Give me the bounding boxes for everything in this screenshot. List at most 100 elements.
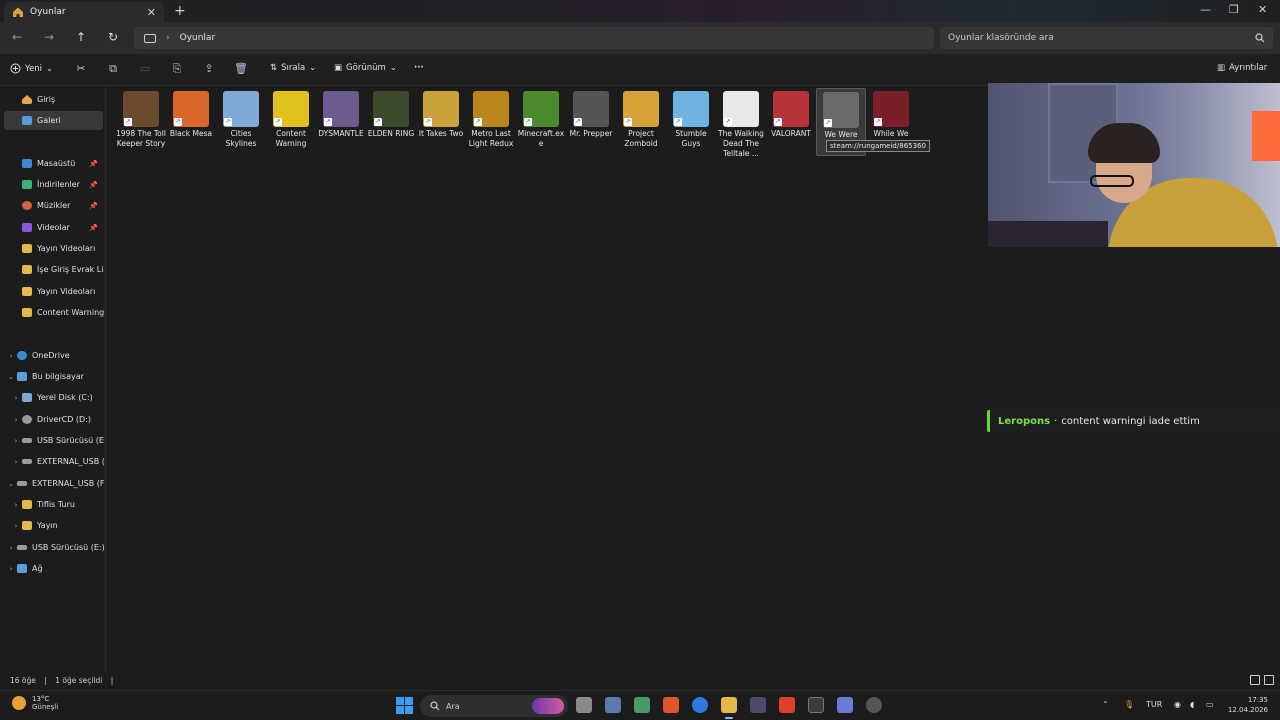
view-button[interactable]: ▣ Görünüm ⌄	[334, 63, 397, 73]
sidebar-item-onedrive[interactable]: › OneDrive	[0, 346, 104, 365]
chevron-down-icon[interactable]: ⌄	[5, 480, 17, 488]
file-item-content-warning[interactable]: ↗ Content Warning	[266, 88, 316, 172]
chevron-right-icon[interactable]: ›	[10, 458, 22, 466]
new-tab-button[interactable]: +	[174, 3, 186, 19]
details-view-icon[interactable]	[1250, 675, 1260, 685]
weather-widget[interactable]: 13°C Güneşli	[12, 695, 58, 711]
sidebar-item-gallery[interactable]: Galeri	[4, 111, 103, 130]
file-item-black-mesa[interactable]: ↗ Black Mesa	[166, 88, 216, 172]
file-explorer-icon[interactable]	[721, 697, 737, 713]
sidebar-item-folder[interactable]: › Yayın	[0, 516, 104, 535]
date: 12.04.2026	[1227, 706, 1268, 714]
forward-button[interactable]: →	[44, 30, 54, 44]
sidebar-item-folder[interactable]: Content Warning	[0, 303, 104, 322]
file-item-elden-ring[interactable]: ↗ ELDEN RING	[366, 88, 416, 172]
view-toggle	[1250, 675, 1276, 685]
close-button[interactable]: ✕	[1258, 3, 1267, 16]
search-input[interactable]: Oyunlar klasöründe ara	[940, 27, 1273, 49]
file-item-1998[interactable]: ↗ 1998 The Toll Keeper Story	[116, 88, 166, 172]
shortcut-arrow-icon: ↗	[324, 118, 332, 126]
file-item-it-takes-two[interactable]: ↗ It Takes Two	[416, 88, 466, 172]
steam-icon[interactable]	[866, 697, 882, 713]
sidebar-item-usb-e[interactable]: › USB Sürücüsü (E:)	[0, 431, 104, 450]
chevron-right-icon[interactable]: ›	[5, 565, 17, 573]
more-options-button[interactable]: ···	[414, 63, 424, 73]
sidebar-item-drive-d[interactable]: › DriverCD (D:)	[0, 410, 104, 429]
chevron-right-icon[interactable]: ›	[5, 352, 17, 360]
copy-icon[interactable]: ⧉	[106, 62, 120, 76]
video-icon	[22, 223, 32, 232]
file-item-while-we-wait[interactable]: ↗ While We Wait Here	[866, 88, 916, 172]
sidebar-item-folder[interactable]: Yayın Videoları	[0, 282, 104, 301]
sidebar-item-desktop[interactable]: Masaüstü 📌	[0, 154, 104, 173]
address-bar[interactable]: › Oyunlar	[134, 27, 934, 49]
chevron-right-icon[interactable]: ›	[10, 501, 22, 509]
desktop-app-icon[interactable]	[605, 697, 621, 713]
start-button[interactable]	[396, 697, 413, 714]
store-icon[interactable]	[750, 697, 766, 713]
paste-icon[interactable]: ▭	[138, 62, 152, 76]
share-icon[interactable]: ⇪	[202, 62, 216, 76]
cut-icon[interactable]: ✂	[74, 62, 88, 76]
sidebar-item-folder[interactable]: Yayın Videoları	[0, 239, 104, 258]
file-item-minecraft[interactable]: ↗ Minecraft.exe	[516, 88, 566, 172]
file-name: It Takes Two	[418, 129, 464, 138]
sidebar-item-network[interactable]: › Ağ	[0, 559, 104, 578]
language-indicator[interactable]: TUR	[1146, 700, 1162, 709]
sort-button[interactable]: ⇅ Sırala ⌄	[270, 63, 316, 73]
up-button[interactable]: ↑	[76, 30, 86, 44]
file-item-dysmantle[interactable]: ↗ DYSMANTLE	[316, 88, 366, 172]
maximize-button[interactable]: ❐	[1229, 3, 1239, 16]
file-item-project-zomboid[interactable]: ↗ Project Zomboid	[616, 88, 666, 172]
file-item-cities-skylines[interactable]: ↗ Cities Skylines	[216, 88, 266, 172]
wifi-icon[interactable]: ◉	[1174, 700, 1181, 709]
tab-close-icon[interactable]: ✕	[147, 6, 156, 19]
task-view-icon[interactable]	[576, 697, 592, 713]
sidebar-item-usb-e[interactable]: › USB Sürücüsü (E:)	[0, 538, 104, 557]
tab-oyunlar[interactable]: Oyunlar ✕	[4, 2, 164, 22]
minimize-button[interactable]: —	[1200, 3, 1211, 16]
chevron-right-icon[interactable]: ›	[10, 522, 22, 530]
breadcrumb-location[interactable]: Oyunlar	[180, 33, 216, 43]
taskbar-search[interactable]: Ara	[420, 695, 568, 717]
sidebar-item-downloads[interactable]: İndirilenler 📌	[0, 175, 104, 194]
calculator-icon[interactable]	[634, 697, 650, 713]
sidebar-item-external-f[interactable]: › EXTERNAL_USB (F:)	[0, 452, 104, 471]
back-button[interactable]: ←	[12, 30, 22, 44]
chevron-right-icon[interactable]: ›	[10, 416, 22, 424]
chevron-up-icon[interactable]: ⌃	[1102, 700, 1109, 709]
delete-icon[interactable]: 🗑	[234, 62, 248, 76]
clock[interactable]: 17:35 12.04.2026	[1222, 695, 1268, 715]
microphone-icon[interactable]: 🎙	[1124, 700, 1134, 709]
chevron-right-icon[interactable]: ›	[5, 544, 17, 552]
file-item-walking-dead[interactable]: ↗ The Walking Dead The Telltale ...	[716, 88, 766, 172]
discord-icon[interactable]	[837, 697, 853, 713]
chevron-right-icon[interactable]: ›	[10, 437, 22, 445]
sidebar-item-external-f[interactable]: ⌄ EXTERNAL_USB (F:)	[0, 474, 104, 493]
sidebar-item-videos[interactable]: Videolar 📌	[0, 218, 104, 237]
chevron-right-icon[interactable]: ›	[10, 394, 22, 402]
file-item-stumble-guys[interactable]: ↗ Stumble Guys	[666, 88, 716, 172]
sidebar-item-folder[interactable]: › Tiflis Turu	[0, 495, 104, 514]
rename-icon[interactable]: ⎘	[170, 62, 184, 76]
battery-icon[interactable]: ▭	[1206, 700, 1214, 709]
file-item-metro[interactable]: ↗ Metro Last Light Redux	[466, 88, 516, 172]
refresh-button[interactable]: ↻	[108, 30, 118, 44]
file-item-valorant[interactable]: ↗ VALORANT	[766, 88, 816, 172]
volume-icon[interactable]: ◖	[1190, 700, 1194, 709]
file-item-mr-prepper[interactable]: ↗ Mr. Prepper	[566, 88, 616, 172]
edge-icon[interactable]	[692, 697, 708, 713]
tiles-view-icon[interactable]	[1264, 675, 1274, 685]
chevron-down-icon[interactable]: ⌄	[5, 373, 17, 381]
sidebar-item-this-pc[interactable]: ⌄ Bu bilgisayar	[0, 367, 104, 386]
epic-games-icon[interactable]	[808, 697, 824, 713]
sidebar-item-music[interactable]: Müzikler 📌	[0, 196, 104, 215]
sidebar-item-home[interactable]: Giriş	[0, 90, 104, 109]
chat-text: content warningi iade ettim	[1061, 415, 1200, 427]
sidebar-item-folder[interactable]: İşe Giriş Evrak Listesi	[0, 260, 104, 279]
sidebar-item-drive-c[interactable]: › Yerel Disk (C:)	[0, 388, 104, 407]
details-button[interactable]: ▥ Ayrıntılar	[1217, 63, 1267, 73]
brave-icon[interactable]	[779, 697, 795, 713]
new-button[interactable]: Yeni ⌄	[10, 63, 53, 74]
brave-icon[interactable]	[663, 697, 679, 713]
